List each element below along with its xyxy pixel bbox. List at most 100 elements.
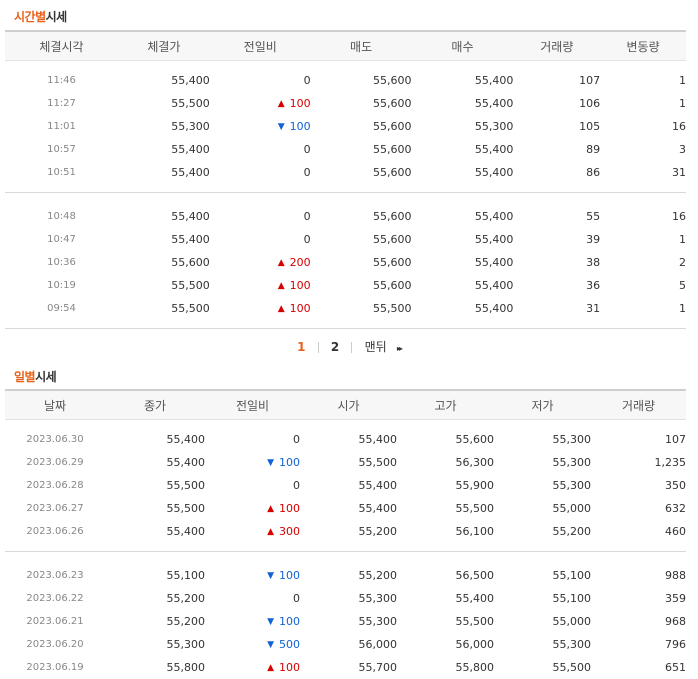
row-spacer bbox=[5, 420, 686, 429]
date-cell: 2023.06.19 bbox=[26, 662, 84, 673]
ask-cell: 55,600 bbox=[373, 256, 412, 269]
time-cell: 10:48 bbox=[47, 211, 76, 222]
diff-value: 100 bbox=[289, 120, 311, 133]
row-spacer bbox=[5, 543, 686, 552]
ask-cell: 55,600 bbox=[373, 74, 412, 87]
col-header-diff: 전일비 bbox=[209, 30, 311, 61]
volume-cell: 31 bbox=[586, 302, 601, 315]
diff-cell: 0 bbox=[205, 587, 300, 610]
diff-cell: ▲ 100 bbox=[205, 656, 300, 679]
volume-cell: 350 bbox=[665, 479, 686, 492]
low-cell: 55,300 bbox=[552, 456, 592, 469]
diff-cell: ▲ 100 bbox=[210, 274, 311, 297]
open-cell: 55,200 bbox=[358, 525, 398, 538]
close-cell: 55,300 bbox=[166, 638, 206, 651]
col-header-ask: 매도 bbox=[310, 30, 412, 61]
close-cell: 55,200 bbox=[166, 592, 206, 605]
low-cell: 55,000 bbox=[552, 502, 592, 515]
table-row: 2023.06.27 55,500 ▲ 100 55,400 55,500 55,000 63… bbox=[5, 497, 686, 520]
volume-cell: 39 bbox=[586, 233, 601, 246]
time-cell: 11:01 bbox=[47, 121, 76, 132]
page-1-link[interactable]: 1 bbox=[297, 340, 305, 354]
open-cell: 55,400 bbox=[358, 479, 398, 492]
up-triangle-icon: ▲ bbox=[277, 258, 285, 268]
high-cell: 55,500 bbox=[455, 615, 495, 628]
low-cell: 55,100 bbox=[552, 592, 592, 605]
day-title-highlight: 일별 bbox=[14, 370, 36, 384]
table-row: 2023.06.30 55,400 0 55,400 55,600 55,300 107 bbox=[5, 428, 686, 451]
close-cell: 55,400 bbox=[166, 525, 206, 538]
change-cell: 1 bbox=[679, 74, 686, 87]
time-section-title: 시간별시세 bbox=[14, 8, 67, 25]
open-cell: 55,200 bbox=[358, 569, 398, 582]
diff-value: 0 bbox=[303, 210, 311, 223]
open-cell: 55,700 bbox=[358, 661, 398, 674]
page-2-link[interactable]: 2 bbox=[331, 340, 339, 354]
table-row: 2023.06.22 55,200 0 55,300 55,400 55,100 359 bbox=[5, 587, 686, 610]
next-double-chevron-icon[interactable]: ▸▸ bbox=[397, 344, 403, 353]
price-cell: 55,600 bbox=[171, 256, 210, 269]
volume-cell: 651 bbox=[665, 661, 686, 674]
bid-cell: 55,400 bbox=[474, 166, 514, 179]
price-cell: 55,500 bbox=[171, 97, 210, 110]
table-row: 2023.06.23 55,100 ▼ 100 55,200 56,500 55,100 98… bbox=[5, 564, 686, 587]
down-triangle-icon: ▼ bbox=[277, 122, 285, 132]
high-cell: 56,100 bbox=[455, 525, 495, 538]
down-triangle-icon: ▼ bbox=[267, 617, 274, 627]
last-page-link[interactable]: 맨뒤 bbox=[365, 338, 387, 355]
col-header-volume: 거래량 bbox=[591, 389, 686, 420]
table-row: 11:46 55,400 0 55,600 55,400 107 1 bbox=[5, 69, 686, 92]
volume-cell: 107 bbox=[579, 74, 601, 87]
table-row: 11:27 55,500 ▲ 100 55,600 55,400 106 1 bbox=[5, 92, 686, 115]
ask-cell: 55,600 bbox=[373, 210, 412, 223]
table-row: 10:51 55,400 0 55,600 55,400 86 31 bbox=[5, 161, 686, 184]
up-triangle-icon: ▲ bbox=[267, 504, 274, 514]
volume-cell: 106 bbox=[579, 97, 601, 110]
col-header-date: 날짜 bbox=[5, 389, 105, 420]
col-header-diff: 전일비 bbox=[205, 389, 300, 420]
high-cell: 55,800 bbox=[455, 661, 495, 674]
diff-value: 100 bbox=[279, 615, 300, 628]
up-triangle-icon: ▲ bbox=[277, 281, 285, 291]
diff-cell: ▼ 100 bbox=[205, 610, 300, 633]
price-cell: 55,500 bbox=[171, 279, 210, 292]
col-header-bid: 매수 bbox=[411, 30, 514, 61]
table-row: 2023.06.26 55,400 ▲ 300 55,200 56,100 55,200 46… bbox=[5, 520, 686, 543]
time-cell: 10:51 bbox=[47, 167, 76, 178]
date-cell: 2023.06.21 bbox=[26, 616, 84, 627]
change-cell: 2 bbox=[679, 256, 686, 269]
table-row: 10:19 55,500 ▲ 100 55,600 55,400 36 5 bbox=[5, 274, 686, 297]
bid-cell: 55,400 bbox=[474, 143, 514, 156]
close-cell: 55,100 bbox=[166, 569, 206, 582]
low-cell: 55,300 bbox=[552, 433, 592, 446]
date-cell: 2023.06.27 bbox=[26, 503, 84, 514]
close-cell: 55,200 bbox=[166, 615, 206, 628]
volume-cell: 359 bbox=[665, 592, 686, 605]
diff-cell: 0 bbox=[210, 69, 311, 92]
diff-cell: 0 bbox=[210, 138, 311, 161]
high-cell: 55,900 bbox=[455, 479, 495, 492]
volume-cell: 36 bbox=[586, 279, 601, 292]
high-cell: 56,300 bbox=[455, 456, 495, 469]
date-cell: 2023.06.20 bbox=[26, 639, 84, 650]
diff-value: 100 bbox=[279, 502, 300, 515]
low-cell: 55,500 bbox=[552, 661, 592, 674]
down-triangle-icon: ▼ bbox=[267, 458, 274, 468]
day-section-title: 일별시세 bbox=[14, 368, 57, 385]
table-row: 10:48 55,400 0 55,600 55,400 55 16 bbox=[5, 205, 686, 228]
row-spacer bbox=[5, 184, 686, 193]
high-cell: 56,500 bbox=[455, 569, 495, 582]
time-title-highlight: 시간별 bbox=[14, 10, 46, 24]
close-cell: 55,400 bbox=[166, 433, 206, 446]
day-table-header: 날짜 종가 전일비 시가 고가 저가 거래량 bbox=[5, 389, 686, 420]
low-cell: 55,300 bbox=[552, 479, 592, 492]
down-triangle-icon: ▼ bbox=[267, 571, 274, 581]
diff-cell: ▼ 500 bbox=[205, 633, 300, 656]
price-cell: 55,400 bbox=[171, 74, 210, 87]
up-triangle-icon: ▲ bbox=[277, 99, 285, 109]
date-cell: 2023.06.28 bbox=[26, 480, 84, 491]
close-cell: 55,500 bbox=[166, 479, 206, 492]
high-cell: 55,400 bbox=[455, 592, 495, 605]
diff-value: 500 bbox=[279, 638, 300, 651]
diff-value: 0 bbox=[303, 143, 311, 156]
